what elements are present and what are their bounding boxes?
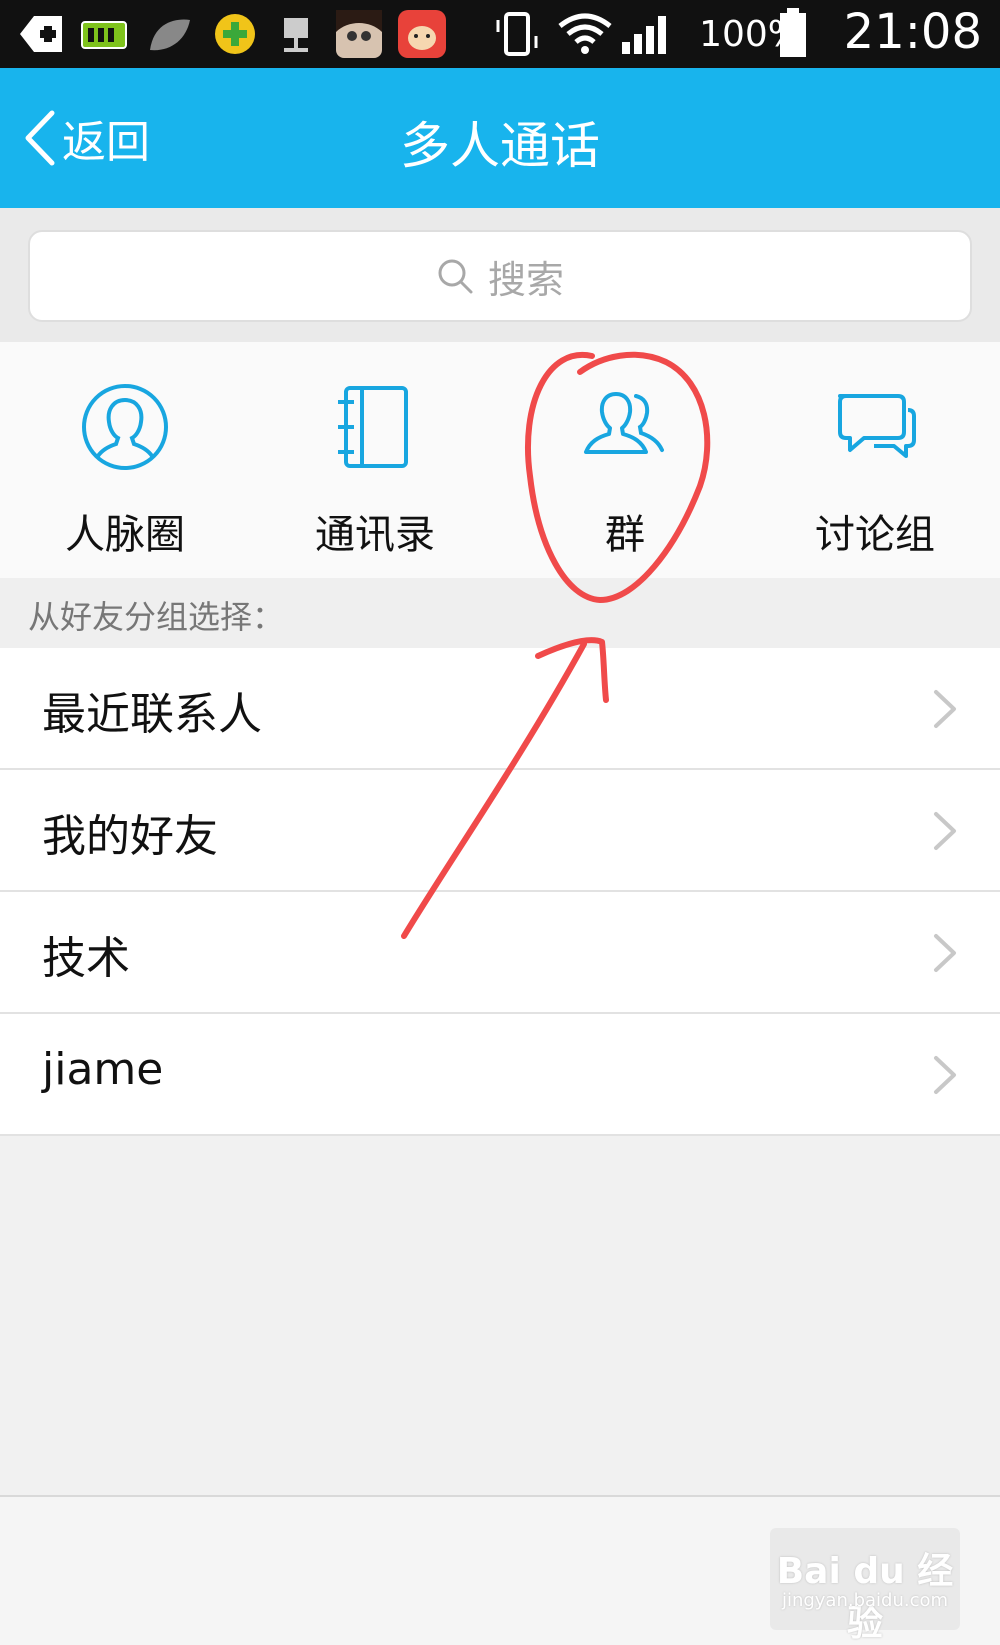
app-header: 返回 多人通话 [0, 68, 1000, 208]
entry-label: 人脉圈 [65, 512, 185, 558]
list-item-label: 我的好友 [42, 811, 218, 862]
watermark-url: jingyan.baidu.com [781, 1590, 949, 1611]
watermark-logo: Bai du 经验 jingyan.baidu.com [770, 1528, 960, 1644]
search-icon [438, 259, 473, 294]
list-item-label: 最近联系人 [42, 689, 262, 740]
entry-label: 讨论组 [815, 512, 935, 558]
chevron-right-icon [934, 934, 956, 972]
battery-icon [780, 8, 806, 57]
chevron-right-icon [934, 812, 956, 850]
chevron-right-icon [934, 690, 956, 728]
list-item[interactable]: 我的好友 [0, 770, 1000, 892]
entry-label: 通讯录 [315, 512, 435, 558]
transfer-icon [284, 18, 308, 52]
clock: 21:08 [843, 4, 982, 60]
wifi-icon [558, 13, 612, 54]
list-item[interactable]: 技术 [0, 892, 1000, 1014]
entry-group[interactable]: 群 [500, 342, 750, 578]
quick-entry-bar: 人脉圈 通讯录 群 讨论组 [0, 342, 1000, 578]
battery-app-icon [81, 21, 127, 49]
plus-app-icon [20, 16, 62, 52]
entry-discussion-group[interactable]: 讨论组 [750, 342, 1000, 578]
leaf-icon [150, 19, 190, 51]
section-header: 从好友分组选择： [0, 578, 1000, 648]
search-bar-area: 搜索 [0, 208, 1000, 342]
search-placeholder: 搜索 [487, 257, 564, 302]
avatar-app-icon [336, 10, 382, 58]
vibrate-icon [496, 12, 538, 56]
address-book-icon [338, 386, 408, 468]
search-input[interactable]: 搜索 [28, 230, 972, 322]
friend-group-list: 最近联系人 我的好友 技术 jiame [0, 648, 1000, 1136]
cow-app-icon [398, 10, 446, 58]
list-item-label: 技术 [42, 933, 130, 984]
entry-label: 群 [605, 512, 645, 558]
page-title: 多人通话 [400, 117, 600, 175]
chat-bubbles-icon [838, 394, 916, 458]
group-icon [584, 392, 664, 454]
entry-address-book[interactable]: 通讯录 [250, 342, 500, 578]
status-bar: 100% 21:08 [0, 0, 1000, 68]
list-item[interactable]: jiame [0, 1014, 1000, 1136]
contact-circle-icon [82, 384, 168, 470]
signal-icon [622, 16, 666, 54]
list-item[interactable]: 最近联系人 [0, 648, 1000, 770]
chevron-right-icon [934, 1056, 956, 1094]
entry-contact-circle[interactable]: 人脉圈 [0, 342, 250, 578]
section-label: 从好友分组选择： [28, 598, 285, 636]
list-item-label: jiame [42, 1044, 164, 1095]
security-app-icon [215, 14, 255, 54]
